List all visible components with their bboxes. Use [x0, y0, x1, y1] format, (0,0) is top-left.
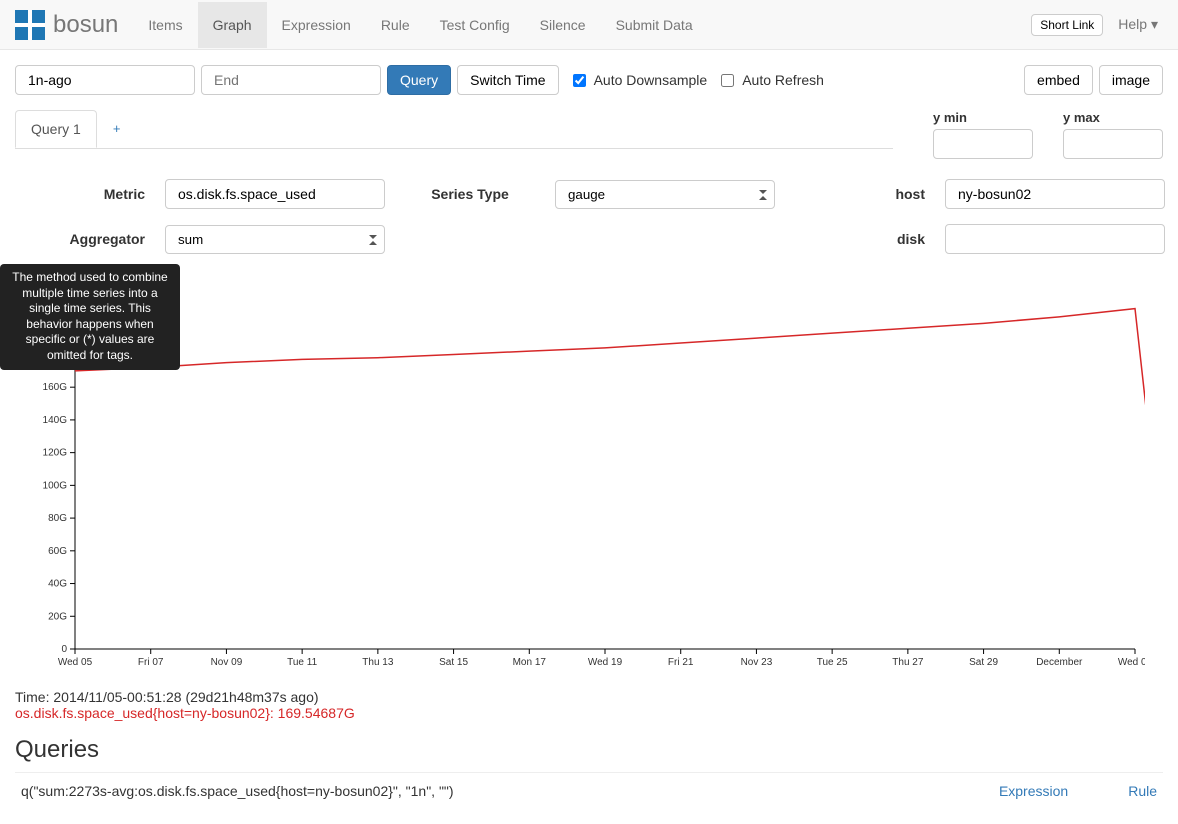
ymax-label: y max — [1063, 110, 1163, 125]
svg-text:0: 0 — [61, 644, 67, 655]
image-button[interactable]: image — [1099, 65, 1163, 95]
short-link-button[interactable]: Short Link — [1031, 14, 1103, 36]
disk-label: disk — [795, 231, 925, 247]
legend-line: os.disk.fs.space_used{host=ny-bosun02}: … — [15, 705, 1163, 721]
svg-text:Sat 29: Sat 29 — [969, 657, 998, 668]
switch-time-button[interactable]: Switch Time — [457, 65, 558, 95]
auto-refresh-label: Auto Refresh — [742, 72, 824, 88]
query-row: q("sum:2273s-avg:os.disk.fs.space_used{h… — [15, 773, 1163, 809]
aggregator-value[interactable] — [165, 225, 385, 254]
nav-test-config[interactable]: Test Config — [425, 2, 525, 48]
metric-label: Metric — [15, 186, 145, 202]
host-input[interactable] — [945, 179, 1165, 209]
ymin-label: y min — [933, 110, 1033, 125]
aggregator-tooltip: The method used to combine multiple time… — [0, 264, 180, 370]
help-dropdown[interactable]: Help ▾ — [1113, 1, 1163, 48]
aggregator-label: Aggregator — [15, 231, 145, 247]
svg-text:40G: 40G — [48, 579, 67, 590]
svg-text:Fri 21: Fri 21 — [668, 657, 694, 668]
end-time-input[interactable] — [201, 65, 381, 95]
navbar: bosun Items Graph Expression Rule Test C… — [0, 0, 1178, 50]
auto-downsample-label: Auto Downsample — [594, 72, 708, 88]
brand-text: bosun — [53, 11, 118, 39]
metric-input[interactable] — [165, 179, 385, 209]
svg-text:December: December — [1036, 657, 1083, 668]
svg-text:Sat 15: Sat 15 — [439, 657, 468, 668]
svg-text:140G: 140G — [43, 415, 68, 426]
time-readout: Time: 2014/11/05-00:51:28 (29d21h48m37s … — [15, 689, 1163, 705]
svg-text:Thu 27: Thu 27 — [892, 657, 924, 668]
nav-expression[interactable]: Expression — [267, 2, 366, 48]
chevron-down-icon: ▾ — [1151, 16, 1158, 32]
time-controls: Query Switch Time Auto Downsample Auto R… — [15, 65, 1163, 95]
start-time-input[interactable] — [15, 65, 195, 95]
nav-submit-data[interactable]: Submit Data — [601, 2, 708, 48]
query-tabs: Query 1 + — [15, 110, 893, 149]
tab-add[interactable]: + — [97, 110, 137, 148]
chart: 020G40G60G80G100G120G140G160G180G200GWed… — [15, 279, 1163, 679]
nav-graph[interactable]: Graph — [198, 2, 267, 48]
svg-text:Nov 23: Nov 23 — [741, 657, 773, 668]
tab-query-1[interactable]: Query 1 — [15, 110, 97, 148]
ymax-input[interactable] — [1063, 129, 1163, 159]
svg-text:20G: 20G — [48, 611, 67, 622]
series-type-select[interactable] — [555, 180, 775, 209]
ymin-input[interactable] — [933, 129, 1033, 159]
brand[interactable]: bosun — [15, 10, 118, 40]
host-label: host — [795, 186, 925, 202]
svg-text:Wed 03: Wed 03 — [1118, 657, 1145, 668]
svg-text:Nov 09: Nov 09 — [211, 657, 243, 668]
rule-link[interactable]: Rule — [1128, 783, 1157, 799]
nav-rule[interactable]: Rule — [366, 2, 425, 48]
svg-text:Thu 13: Thu 13 — [362, 657, 394, 668]
expression-link[interactable]: Expression — [999, 783, 1068, 799]
nav-silence[interactable]: Silence — [525, 2, 601, 48]
svg-text:100G: 100G — [43, 480, 68, 491]
auto-refresh-checkbox[interactable] — [721, 74, 734, 87]
svg-text:Fri 07: Fri 07 — [138, 657, 164, 668]
svg-text:Wed 05: Wed 05 — [58, 657, 93, 668]
svg-text:Wed 19: Wed 19 — [588, 657, 623, 668]
disk-input[interactable] — [945, 224, 1165, 254]
series-type-label: Series Type — [405, 186, 535, 202]
brand-logo-icon — [15, 10, 45, 40]
series-type-value[interactable] — [555, 180, 775, 209]
query-text: q("sum:2273s-avg:os.disk.fs.space_used{h… — [21, 783, 454, 799]
aggregator-select[interactable] — [165, 225, 385, 254]
query-button[interactable]: Query — [387, 65, 451, 95]
svg-text:Tue 11: Tue 11 — [287, 657, 317, 668]
auto-downsample-checkbox[interactable] — [573, 74, 586, 87]
queries-heading: Queries — [15, 736, 1163, 773]
svg-text:60G: 60G — [48, 546, 67, 557]
embed-button[interactable]: embed — [1024, 65, 1093, 95]
svg-text:Tue 25: Tue 25 — [817, 657, 848, 668]
svg-text:160G: 160G — [43, 382, 68, 393]
nav-items[interactable]: Items — [133, 2, 197, 48]
svg-text:Mon 17: Mon 17 — [513, 657, 547, 668]
svg-text:80G: 80G — [48, 513, 67, 524]
svg-text:120G: 120G — [43, 448, 68, 459]
